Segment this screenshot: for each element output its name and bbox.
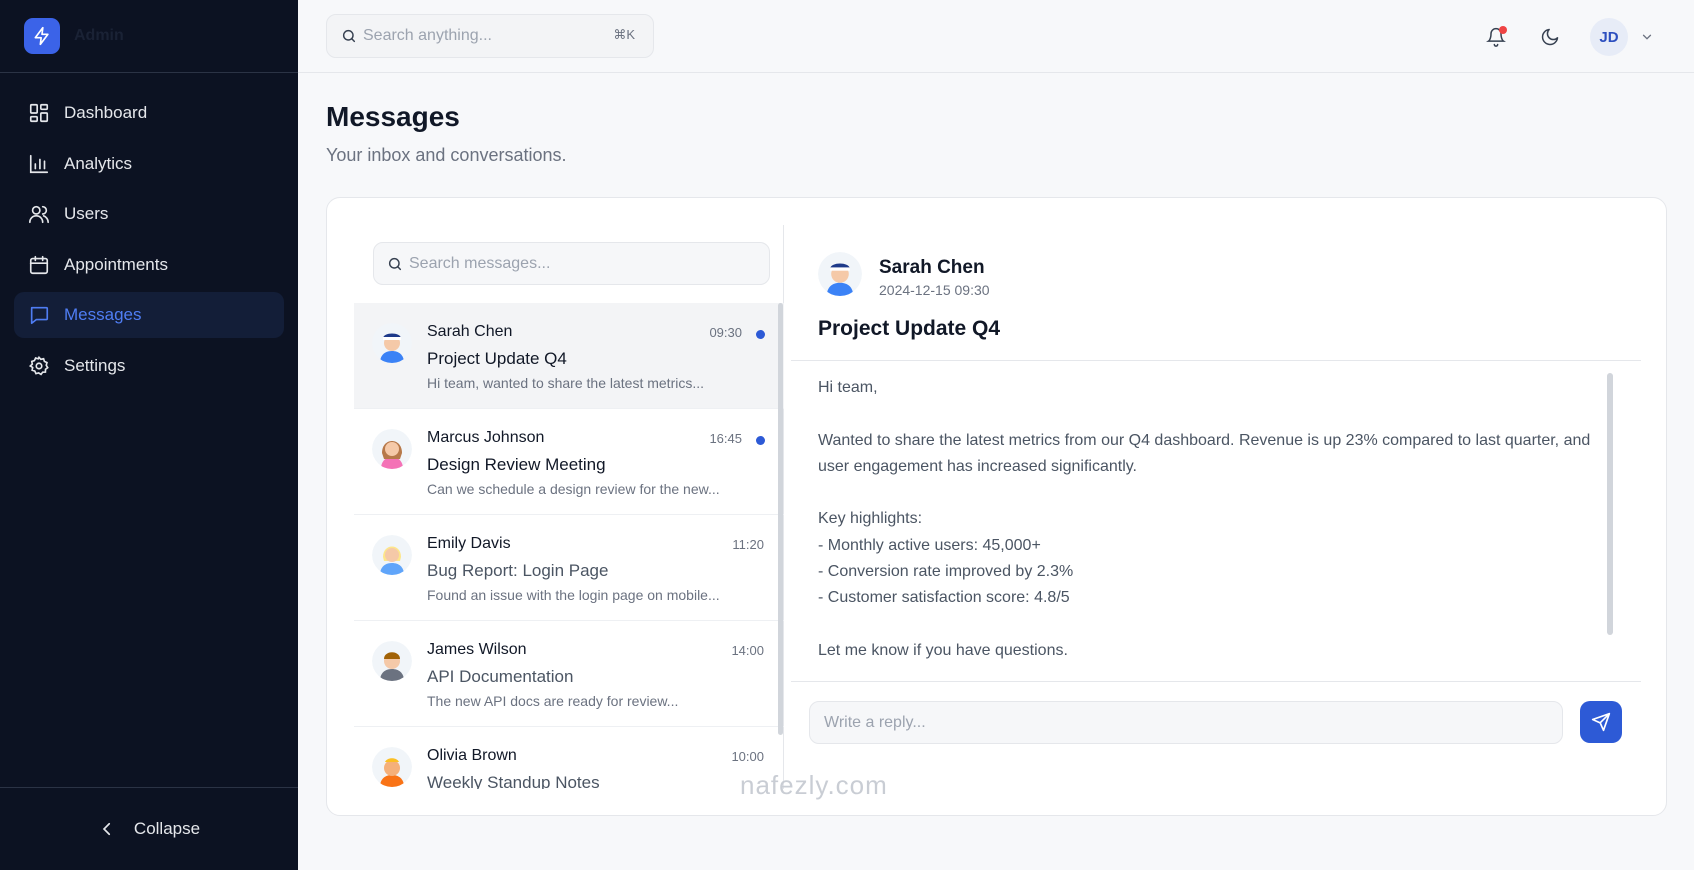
avatar	[372, 535, 412, 575]
sidebar-item-label: Settings	[64, 355, 126, 375]
list-item[interactable]: Olivia Brown 10:00 Weekly Standup Notes	[354, 727, 784, 789]
users-icon	[27, 202, 51, 226]
detail-subject: Project Update Q4	[818, 317, 1001, 340]
messages-card: Sarah Chen 09:30 Project Update Q4 Hi te…	[326, 197, 1667, 816]
message-detail: Sarah Chen 2024-12-15 09:30 Project Upda…	[791, 225, 1641, 789]
detail-date: 2024-12-15 09:30	[879, 282, 990, 298]
detail-scrollbar[interactable]	[1607, 373, 1613, 635]
message-preview: The new API docs are ready for review...	[427, 693, 679, 709]
message-preview: Hi team, wanted to share the latest metr…	[427, 375, 705, 391]
message-time: 09:30	[709, 325, 742, 340]
list-item[interactable]: Marcus Johnson 16:45 Design Review Meeti…	[354, 409, 784, 515]
body-highlight: - Conversion rate improved by 2.3%	[818, 563, 1074, 581]
watermark: nafezly.com	[740, 770, 888, 800]
body-highlight: - Monthly active users: 45,000+	[818, 536, 1041, 554]
gear-icon	[27, 354, 51, 378]
message-time: 14:00	[731, 643, 764, 658]
send-icon	[1591, 712, 1611, 732]
message-time: 10:00	[731, 749, 764, 764]
sidebar-item-settings[interactable]: Settings	[14, 343, 284, 389]
message-search[interactable]	[373, 242, 770, 285]
avatar	[372, 429, 412, 469]
sidebar-item-label: Messages	[64, 305, 142, 325]
collapse-label: Collapse	[133, 819, 201, 838]
global-search-input[interactable]	[363, 27, 593, 45]
reply-input[interactable]	[809, 701, 1563, 744]
sidebar: Admin Dashboard Analytics Users Appointm…	[0, 0, 298, 870]
body-highlights-title: Key highlights:	[818, 510, 923, 528]
unread-indicator	[756, 436, 765, 445]
detail-header: Sarah Chen 2024-12-15 09:30 Project Upda…	[791, 225, 1641, 361]
search-icon	[387, 256, 403, 272]
message-sender: James Wilson	[427, 641, 527, 658]
sidebar-item-users[interactable]: Users	[14, 191, 284, 237]
inbox-pane: Sarah Chen 09:30 Project Update Q4 Hi te…	[354, 225, 784, 789]
user-avatar[interactable]: JD	[1590, 18, 1628, 56]
sidebar-item-analytics[interactable]: Analytics	[14, 141, 284, 187]
avatar	[818, 252, 862, 296]
message-body: Hi team, Wanted to share the latest metr…	[818, 375, 1608, 664]
sidebar-item-label: Appointments	[64, 254, 168, 274]
unread-indicator	[756, 330, 765, 339]
list-item[interactable]: Sarah Chen 09:30 Project Update Q4 Hi te…	[354, 303, 784, 409]
bolt-icon[interactable]	[24, 18, 60, 54]
message-subject: Weekly Standup Notes	[427, 773, 600, 789]
search-icon	[341, 28, 357, 44]
calendar-icon	[27, 253, 51, 277]
avatar	[372, 641, 412, 681]
theme-toggle[interactable]	[1536, 23, 1564, 51]
message-subject: Design Review Meeting	[427, 455, 606, 474]
detail-sender: Sarah Chen	[879, 257, 985, 278]
body-greeting: Hi team,	[818, 379, 878, 396]
sidebar-item-messages[interactable]: Messages	[14, 292, 284, 339]
brand: Admin	[0, 0, 298, 73]
sidebar-item-label: Dashboard	[64, 103, 148, 122]
message-time: 16:45	[709, 431, 742, 446]
notification-dot	[1499, 26, 1507, 34]
message-sender: Emily Davis	[427, 535, 511, 552]
message-list: Sarah Chen 09:30 Project Update Q4 Hi te…	[354, 303, 784, 789]
sidebar-nav: Dashboard Analytics Users Appointments M…	[0, 73, 298, 389]
send-button[interactable]	[1580, 701, 1622, 743]
sidebar-item-label: Analytics	[64, 153, 133, 173]
message-time: 11:20	[732, 537, 764, 552]
list-item[interactable]: James Wilson 14:00 API Documentation The…	[354, 621, 784, 727]
body-paragraph: Wanted to share the latest metrics from …	[818, 431, 1591, 475]
body-highlight: - Customer satisfaction score: 4.8/5	[818, 589, 1070, 607]
sidebar-item-label: Users	[64, 204, 109, 224]
body-closing: Let me know if you have questions.	[818, 641, 1068, 659]
notifications-button[interactable]	[1482, 23, 1510, 51]
chevron-left-icon	[98, 820, 116, 838]
global-search[interactable]: ⌘K	[326, 14, 654, 58]
message-icon	[27, 303, 51, 327]
analytics-icon	[27, 152, 51, 176]
message-subject: API Documentation	[427, 667, 574, 686]
dashboard-icon	[27, 101, 51, 125]
page-title: Messages	[326, 101, 460, 132]
moon-icon	[1541, 28, 1559, 46]
message-search-input[interactable]	[409, 254, 749, 273]
avatar	[372, 747, 412, 787]
reply-bar	[791, 681, 1641, 789]
brand-name: Admin	[74, 27, 124, 44]
message-preview: Found an issue with the login page on mo…	[427, 587, 720, 603]
topbar: ⌘K JD	[298, 0, 1694, 73]
top-actions: JD	[1482, 18, 1654, 56]
sidebar-item-appointments[interactable]: Appointments	[14, 242, 284, 288]
chevron-down-icon[interactable]	[1640, 30, 1654, 44]
shortcut-hint: ⌘K	[613, 27, 635, 42]
avatar	[372, 323, 412, 363]
collapse-button[interactable]: Collapse	[0, 787, 298, 870]
message-subject: Bug Report: Login Page	[427, 561, 609, 580]
sidebar-item-dashboard[interactable]: Dashboard	[14, 90, 284, 136]
list-item[interactable]: Emily Davis 11:20 Bug Report: Login Page…	[354, 515, 784, 621]
message-sender: Olivia Brown	[427, 747, 517, 764]
message-preview: Can we schedule a design review for the …	[427, 481, 720, 497]
list-scrollbar[interactable]	[778, 303, 783, 735]
message-subject: Project Update Q4	[427, 349, 567, 368]
page-subtitle: Your inbox and conversations.	[326, 145, 567, 165]
